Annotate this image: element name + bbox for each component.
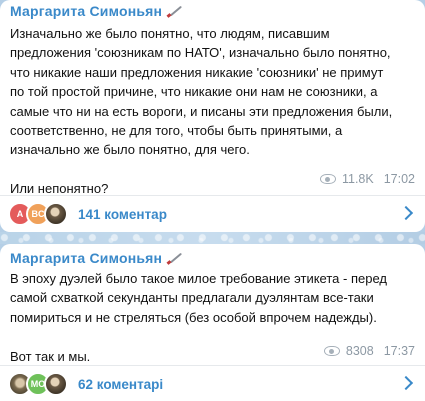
avatar bbox=[44, 202, 68, 226]
pen-icon bbox=[167, 251, 183, 265]
eye-icon bbox=[319, 174, 336, 184]
comments-count-label: 141 коментар bbox=[78, 206, 167, 222]
author-name[interactable]: Маргарита Симоньян bbox=[10, 3, 162, 19]
view-count: 11.8K bbox=[341, 172, 374, 186]
chevron-right-icon bbox=[398, 375, 414, 391]
commenter-avatars: MO bbox=[8, 372, 68, 396]
commenter-avatars: A BC bbox=[8, 202, 68, 226]
avatar bbox=[44, 372, 68, 396]
post-meta: 8308 17:37 bbox=[323, 344, 415, 358]
post-meta: 11.8K 17:02 bbox=[319, 172, 415, 186]
chat-background bbox=[0, 232, 425, 244]
author-name[interactable]: Маргарита Симоньян bbox=[10, 250, 162, 266]
post-header: Маргарита Симоньян bbox=[0, 0, 425, 22]
comments-button[interactable]: A BC 141 коментар bbox=[0, 196, 425, 232]
chevron-right-icon bbox=[398, 205, 414, 221]
pen-icon bbox=[167, 4, 183, 18]
eye-icon bbox=[323, 346, 340, 356]
view-count: 8308 bbox=[345, 344, 374, 358]
channel-post: Маргарита Симоньян В эпоху дуэлей было т… bbox=[0, 244, 425, 401]
post-header: Маргарита Симоньян bbox=[0, 247, 425, 269]
post-time: 17:02 bbox=[383, 172, 415, 186]
comments-count-label: 62 коментарі bbox=[78, 376, 164, 392]
comments-button[interactable]: MO 62 коментарі bbox=[0, 366, 425, 401]
channel-post: Маргарита Симоньян Изначально же было по… bbox=[0, 0, 425, 232]
post-time: 17:37 bbox=[383, 344, 415, 358]
